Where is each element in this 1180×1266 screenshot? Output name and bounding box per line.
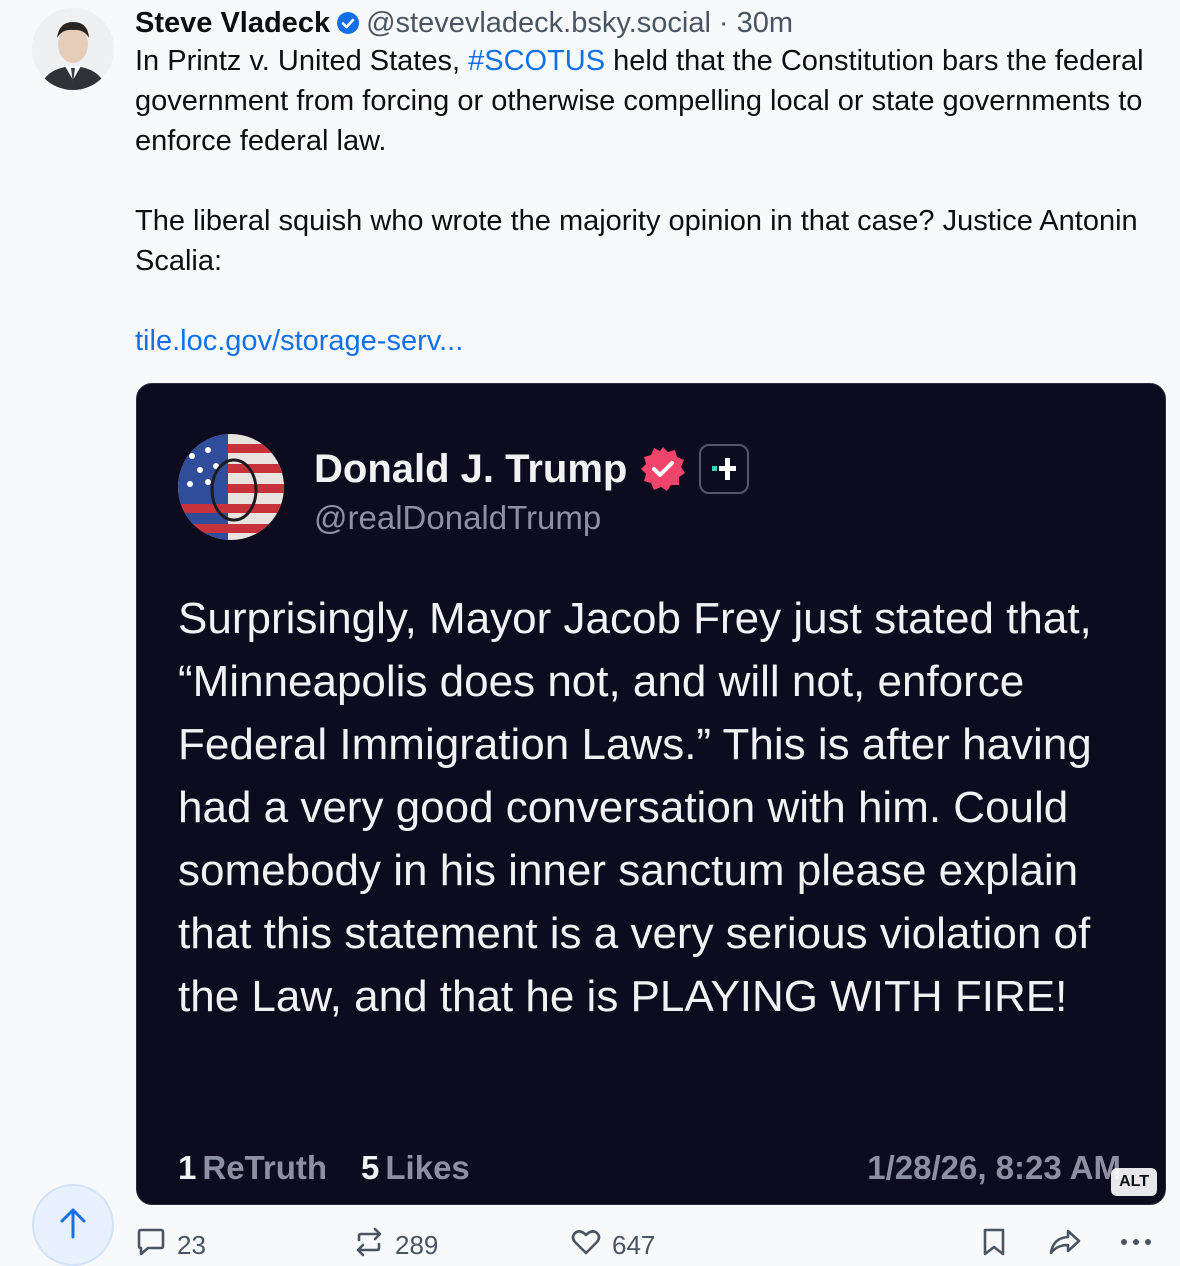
author-avatar[interactable]	[32, 8, 114, 90]
repost-count: 289	[395, 1230, 439, 1260]
truth-stats: 1 ReTruth 5 Likes	[178, 1149, 470, 1187]
reply-count: 23	[177, 1230, 206, 1260]
author-handle[interactable]: @stevevladeck.bsky.social	[366, 7, 711, 40]
bookmark-icon	[980, 1226, 1008, 1265]
repost-button[interactable]: 289	[353, 1226, 438, 1265]
post-text-start: In Printz v. United States,	[135, 45, 469, 77]
external-link[interactable]: tile.loc.gov/storage-serv...	[135, 321, 463, 361]
share-icon	[1047, 1226, 1083, 1265]
separator-dot: ·	[718, 6, 729, 39]
bookmark-button[interactable]	[980, 1226, 1008, 1265]
reply-button[interactable]: 23	[135, 1226, 206, 1265]
truth-avatar	[178, 434, 284, 540]
verified-icon	[336, 11, 360, 35]
truth-date: 1/28/26, 8:23 AM	[867, 1149, 1121, 1186]
truth-author-row: Donald J. Trump	[314, 444, 750, 494]
truth-verified-icon	[639, 445, 687, 493]
post-header: Steve Vladeck @stevevladeck.bsky.social …	[135, 5, 1145, 41]
post-paragraph-1: In Printz v. United States, #SCOTUS held…	[135, 41, 1145, 161]
post-paragraph-2: The liberal squish who wrote the majorit…	[135, 205, 1138, 277]
scroll-to-top-button[interactable]	[32, 1184, 114, 1266]
like-count: 647	[612, 1230, 656, 1260]
alt-text-button[interactable]: ALT	[1111, 1168, 1157, 1196]
truth-author-handle: @realDonaldTrump	[314, 499, 602, 536]
repost-icon	[353, 1226, 385, 1265]
post-body: In Printz v. United States, #SCOTUS held…	[135, 41, 1145, 361]
more-icon	[1119, 1226, 1153, 1265]
post: Steve Vladeck @stevevladeck.bsky.social …	[135, 0, 1145, 361]
post-time[interactable]: 30m	[737, 7, 793, 40]
truth-likes-count: 5	[361, 1149, 380, 1186]
share-button[interactable]	[1047, 1226, 1083, 1265]
post-actions: 23 289 647	[135, 1226, 1165, 1266]
truth-likes-label: Likes	[385, 1149, 470, 1186]
embedded-image[interactable]: Donald J. Trump @realDonaldTrump Surpris…	[136, 383, 1166, 1205]
retruth-count: 1	[178, 1149, 197, 1186]
truth-author-name: Donald J. Trump	[314, 446, 628, 491]
like-icon	[570, 1226, 602, 1265]
truth-text: Surprisingly, Mayor Jacob Frey just stat…	[178, 594, 1092, 1021]
hashtag-link[interactable]: #SCOTUS	[468, 45, 605, 77]
author-display-name[interactable]: Steve Vladeck	[135, 7, 330, 40]
truth-plus-icon	[699, 444, 750, 494]
like-button[interactable]: 647	[570, 1226, 655, 1265]
retruth-label: ReTruth	[202, 1149, 328, 1186]
reply-icon	[135, 1226, 167, 1265]
arrow-up-icon	[58, 1206, 88, 1245]
more-options-button[interactable]	[1119, 1226, 1153, 1265]
